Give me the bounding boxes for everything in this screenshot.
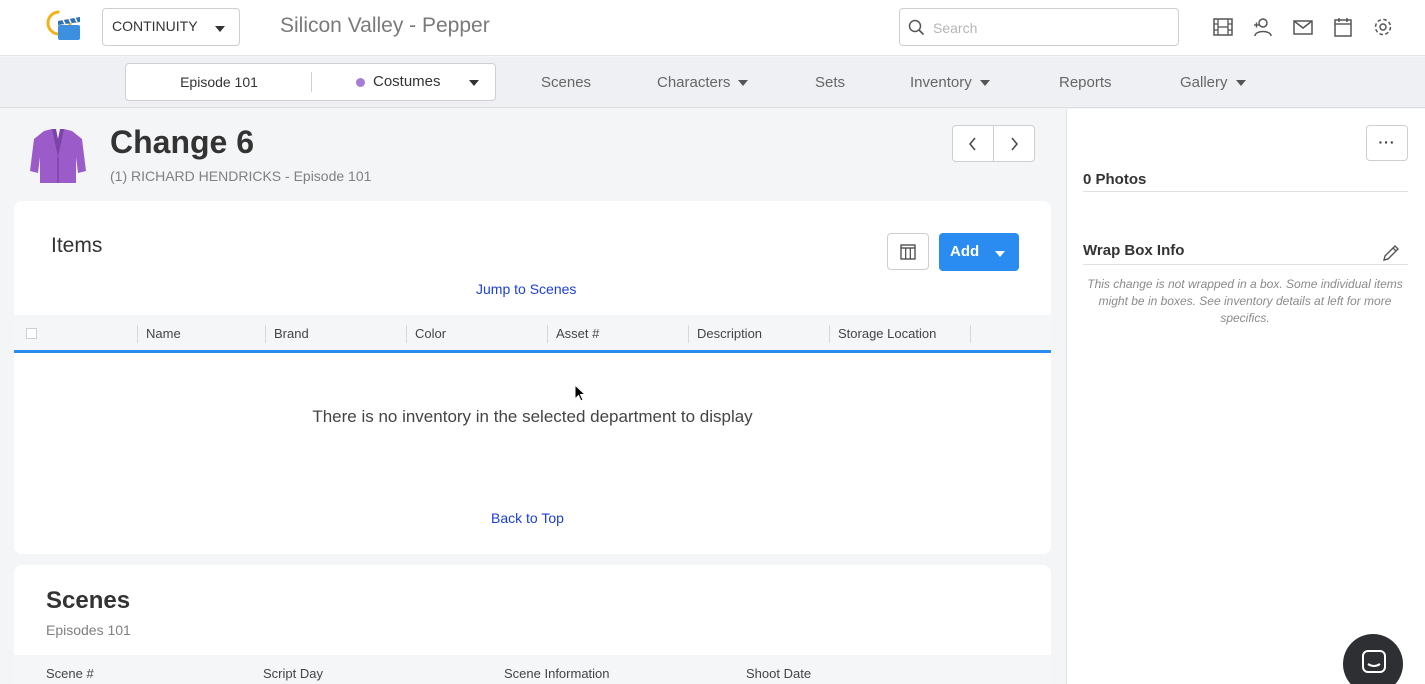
divider (311, 72, 312, 92)
column-header-scene-information[interactable]: Scene Information (504, 666, 610, 681)
department-select[interactable]: Costumes (373, 73, 441, 90)
column-header-brand[interactable]: Brand (274, 326, 309, 341)
chevron-down-icon (215, 26, 225, 32)
column-header-scene-number[interactable]: Scene # (46, 666, 94, 681)
calendar-icon[interactable] (1332, 16, 1354, 38)
department-color-dot (356, 78, 365, 87)
app-logo[interactable] (44, 8, 84, 44)
column-header-storage-location[interactable]: Storage Location (838, 326, 936, 341)
empty-message: There is no inventory in the selected de… (312, 407, 753, 426)
chat-icon (1362, 650, 1386, 673)
change-subtitle: (1) RICHARD HENDRICKS - Episode 101 (110, 168, 372, 184)
add-button-label: Add (950, 243, 980, 260)
column-separator[interactable] (970, 325, 971, 343)
select-all-checkbox[interactable] (26, 328, 37, 339)
wrap-box-info-title: Wrap Box Info (1083, 242, 1185, 259)
jacket-icon (30, 129, 86, 183)
chevron-right-icon (1011, 137, 1018, 151)
film-icon[interactable] (1212, 16, 1234, 38)
jump-to-scenes-link[interactable]: Jump to Scenes (476, 281, 576, 297)
items-table-header: Name Brand Color Asset # Description Sto… (14, 315, 1051, 353)
column-separator[interactable] (547, 325, 548, 343)
column-separator[interactable] (137, 325, 138, 343)
column-separator[interactable] (688, 325, 689, 343)
scenes-subtitle: Episodes 101 (46, 622, 131, 638)
nav-inventory[interactable]: Inventory (910, 74, 990, 91)
column-separator[interactable] (265, 325, 266, 343)
chevron-down-icon (995, 251, 1005, 257)
mode-select-label: CONTINUITY (112, 18, 198, 34)
gear-icon[interactable] (1372, 16, 1394, 38)
search-box[interactable]: Search (899, 8, 1179, 46)
divider (1083, 264, 1408, 265)
scenes-card: Scenes Episodes 101 Scene # Script Day S… (14, 565, 1051, 684)
column-header-shoot-date[interactable]: Shoot Date (746, 666, 811, 681)
scenes-table-header: Scene # Script Day Scene Information Sho… (14, 655, 1051, 684)
change-title: Change 6 (110, 124, 255, 160)
episode-select[interactable]: Episode 101 (126, 64, 312, 100)
nav-scenes-label: Scenes (541, 74, 592, 91)
nav-bar: Episode 101 Costumes Scenes Characters S… (0, 57, 1425, 108)
column-header-script-day[interactable]: Script Day (263, 666, 323, 681)
previous-button[interactable] (953, 126, 994, 161)
mouse-cursor-icon (574, 384, 586, 402)
person-add-icon[interactable] (1252, 16, 1274, 38)
mail-icon[interactable] (1292, 16, 1314, 38)
column-separator[interactable] (829, 325, 830, 343)
chevron-down-icon (979, 80, 990, 87)
scenes-title: Scenes (46, 587, 131, 614)
columns-icon (900, 244, 916, 260)
items-card: Items Add Jump to Scenes Name Brand Colo… (14, 201, 1051, 554)
chevron-left-icon (969, 137, 976, 151)
pager (952, 125, 1035, 162)
columns-button[interactable] (887, 233, 929, 270)
nav-gallery-label: Gallery (1180, 74, 1228, 91)
search-input[interactable]: Search (933, 20, 977, 36)
nav-scenes[interactable]: Scenes (541, 74, 591, 91)
nav-gallery[interactable]: Gallery (1180, 74, 1246, 91)
back-to-top-link[interactable]: Back to Top (491, 510, 564, 526)
nav-inventory-label: Inventory (910, 74, 972, 91)
nav-reports-label: Reports (1059, 74, 1112, 91)
nav-reports[interactable]: Reports (1059, 74, 1112, 91)
nav-characters-label: Characters (657, 74, 731, 91)
column-header-color[interactable]: Color (415, 326, 446, 341)
search-icon (908, 19, 925, 36)
add-button[interactable]: Add (939, 233, 1019, 271)
wrap-box-note: This change is not wrapped in a box. Som… (1087, 277, 1403, 325)
right-panel: ··· 0 Photos Wrap Box Info This change i… (1066, 109, 1425, 684)
items-title: Items (51, 234, 103, 257)
top-bar: CONTINUITY Silicon Valley - Pepper Searc… (0, 0, 1425, 56)
chevron-down-icon[interactable] (469, 80, 479, 86)
column-separator[interactable] (406, 325, 407, 343)
nav-characters[interactable]: Characters (657, 74, 749, 91)
divider (1083, 191, 1408, 192)
episode-department-selector[interactable]: Episode 101 Costumes (125, 63, 496, 101)
pencil-icon[interactable] (1380, 242, 1402, 264)
column-header-asset[interactable]: Asset # (556, 326, 599, 341)
more-options-button[interactable]: ··· (1366, 125, 1408, 161)
column-header-name[interactable]: Name (146, 326, 181, 341)
chevron-down-icon (738, 80, 749, 87)
mode-select[interactable]: CONTINUITY (102, 8, 240, 46)
nav-sets[interactable]: Sets (815, 74, 845, 91)
next-button[interactable] (994, 126, 1035, 161)
nav-sets-label: Sets (815, 74, 846, 91)
column-header-description[interactable]: Description (697, 326, 762, 341)
chevron-down-icon (1235, 80, 1246, 87)
project-title: Silicon Valley - Pepper (280, 14, 490, 37)
photos-count: 0 Photos (1083, 171, 1147, 188)
